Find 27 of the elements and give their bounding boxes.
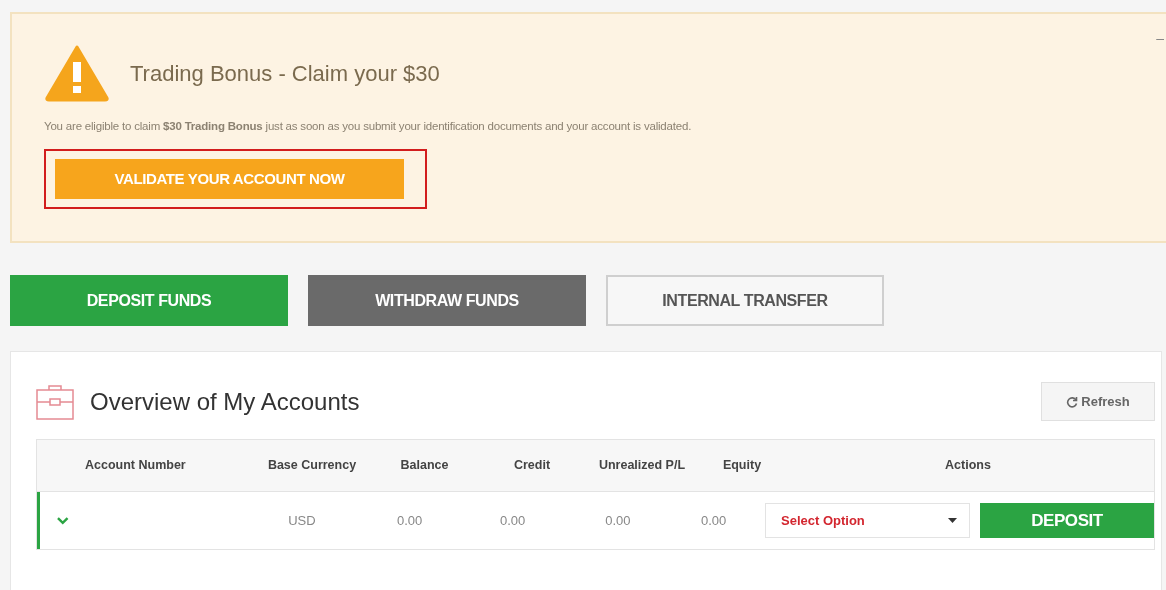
refresh-button[interactable]: Refresh [1041, 382, 1155, 421]
column-header: Balance [400, 458, 449, 473]
section-title: Overview of My Accounts [90, 386, 360, 417]
briefcase-icon [36, 383, 74, 420]
banner-message: You are eligible to claim $30 Trading Bonus just as soon as you submit your identification documents and your account is validated. [44, 119, 693, 134]
warning-icon [44, 44, 110, 102]
column-header: Base Currency [267, 458, 357, 473]
action-select[interactable]: Select Option [765, 503, 970, 538]
fund-action-button[interactable]: DEPOSIT FUNDS [10, 275, 288, 326]
caret-icon [948, 518, 957, 523]
fund-action-button[interactable]: INTERNAL TRANSFER [606, 275, 884, 326]
fund-action-button[interactable]: WITHDRAW FUNDS [308, 275, 586, 326]
refresh-icon [1066, 395, 1079, 408]
banner-title: Trading Bonus - Claim your $30 [130, 59, 440, 88]
table-cell: 0.00 [396, 512, 423, 528]
column-header: Account Number [85, 458, 186, 473]
column-header: Credit [513, 458, 551, 473]
chevron-down-icon[interactable] [57, 516, 69, 525]
table-cell: USD [288, 512, 316, 528]
deposit-button[interactable]: DEPOSIT [980, 503, 1154, 538]
table-cell: 0.00 [701, 512, 727, 528]
column-header: Actions [945, 458, 991, 473]
table-cell: 0.00 [605, 512, 631, 528]
table-cell: 0.00 [499, 512, 526, 528]
column-header: Equity [722, 458, 762, 473]
column-header: Unrealized P/L [598, 458, 686, 473]
collapse-button[interactable]: – [1156, 28, 1164, 48]
